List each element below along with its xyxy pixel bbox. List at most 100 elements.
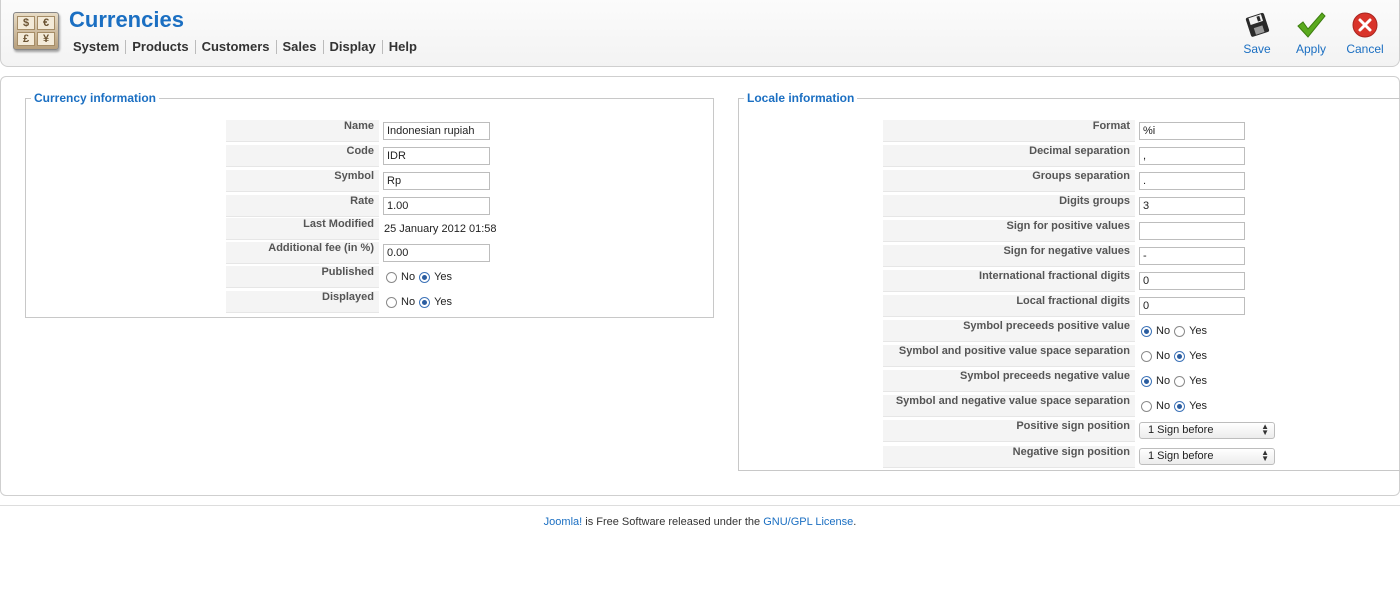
- local-fractional-value-cell: [1139, 295, 1245, 317]
- save-button[interactable]: Save: [1237, 10, 1277, 56]
- radio-no-label: No: [1156, 400, 1171, 412]
- save-label: Save: [1243, 42, 1271, 56]
- footer-end: .: [853, 516, 857, 528]
- symbol-negative-space-yes-radio[interactable]: [1174, 400, 1186, 412]
- radio-no-label: No: [1156, 375, 1171, 387]
- code-row: Code: [26, 145, 713, 167]
- name-input[interactable]: [383, 122, 490, 140]
- decimal-separation-label: Decimal separation: [883, 145, 1135, 167]
- symbol-preceeds-negative-radio-group: No Yes: [1137, 370, 1207, 392]
- groups-separation-input[interactable]: [1139, 172, 1245, 190]
- positive-sign-position-select[interactable]: 1 Sign before ▲ ▼: [1139, 422, 1275, 439]
- footer-text: is Free Software released under the: [582, 516, 764, 528]
- displayed-yes-radio[interactable]: [419, 296, 431, 308]
- cancel-label: Cancel: [1346, 42, 1384, 56]
- menu-help[interactable]: Help: [381, 40, 423, 54]
- symbol-preceeds-positive-no-radio[interactable]: [1141, 325, 1152, 337]
- additional-fee-value-cell: [383, 242, 490, 264]
- last-modified-value: 25 January 2012 01:58: [384, 223, 497, 235]
- sign-negative-label: Sign for negative values: [883, 245, 1135, 267]
- intl-fractional-input[interactable]: [1139, 272, 1245, 290]
- digits-groups-label: Digits groups: [883, 195, 1135, 217]
- select-arrows-icon: ▲ ▼: [1261, 422, 1269, 437]
- menu-products[interactable]: Products: [125, 40, 194, 54]
- footer: Joomla! is Free Software released under …: [0, 516, 1400, 528]
- symbol-preceeds-positive-row: Symbol preceeds positive value No Yes: [739, 320, 1400, 342]
- format-row: Format: [739, 120, 1400, 142]
- negative-sign-position-label: Negative sign position: [883, 446, 1135, 468]
- symbol-input[interactable]: [383, 172, 490, 190]
- local-fractional-input[interactable]: [1139, 297, 1245, 315]
- toolbar: Save Apply Cancel: [1237, 10, 1385, 56]
- sign-negative-input[interactable]: [1139, 247, 1245, 265]
- displayed-no-radio[interactable]: [386, 296, 397, 308]
- name-row: Name: [26, 120, 713, 142]
- symbol-preceeds-positive-radio-group: No Yes: [1137, 320, 1207, 342]
- symbol-positive-space-yes-radio[interactable]: [1174, 350, 1186, 362]
- additional-fee-row: Additional fee (in %): [26, 242, 713, 264]
- positive-sign-position-row: Positive sign position 1 Sign before ▲ ▼: [739, 420, 1400, 442]
- additional-fee-input[interactable]: [383, 244, 490, 262]
- local-fractional-row: Local fractional digits: [739, 295, 1400, 317]
- rate-label: Rate: [226, 195, 379, 217]
- negative-sign-position-value-cell: 1 Sign before ▲ ▼: [1139, 446, 1275, 468]
- menu-customers[interactable]: Customers: [194, 40, 276, 54]
- code-value-cell: [383, 145, 490, 167]
- gpl-license-link[interactable]: GNU/GPL License: [763, 516, 853, 528]
- positive-sign-position-selected: 1 Sign before: [1148, 424, 1214, 436]
- locale-information-legend: Locale information: [747, 91, 855, 105]
- symbol-positive-space-radio-group: No Yes: [1137, 345, 1207, 367]
- currencies-logo-icon: $ € £ ¥: [13, 12, 59, 50]
- negative-sign-position-select[interactable]: 1 Sign before ▲ ▼: [1139, 448, 1275, 465]
- groups-separation-label: Groups separation: [883, 170, 1135, 192]
- apply-button[interactable]: Apply: [1291, 10, 1331, 56]
- published-radio-group: No Yes: [382, 266, 452, 288]
- rate-input[interactable]: [383, 197, 490, 215]
- positive-sign-position-value-cell: 1 Sign before ▲ ▼: [1139, 420, 1275, 442]
- published-yes-radio[interactable]: [419, 271, 431, 283]
- symbol-preceeds-negative-yes-radio[interactable]: [1174, 375, 1186, 387]
- symbol-preceeds-negative-no-radio[interactable]: [1141, 375, 1152, 387]
- menu-display[interactable]: Display: [322, 40, 382, 54]
- decimal-separation-input[interactable]: [1139, 147, 1245, 165]
- published-yes-label: Yes: [434, 271, 453, 283]
- code-input[interactable]: [383, 147, 490, 165]
- page-title: Currencies: [69, 7, 184, 32]
- symbol-negative-space-no-radio[interactable]: [1141, 400, 1152, 412]
- decimal-separation-row: Decimal separation: [739, 145, 1400, 167]
- main-menu: System Products Customers Sales Display …: [73, 40, 423, 54]
- joomla-link[interactable]: Joomla!: [544, 516, 583, 528]
- symbol-preceeds-negative-label: Symbol preceeds negative value: [883, 370, 1135, 392]
- currency-information-fieldset: Currency information Name Code Symbol Ra…: [25, 91, 714, 318]
- symbol-preceeds-positive-yes-radio[interactable]: [1174, 325, 1186, 337]
- digits-groups-row: Digits groups: [739, 195, 1400, 217]
- apply-label: Apply: [1295, 42, 1327, 56]
- negative-sign-position-row: Negative sign position 1 Sign before ▲ ▼: [739, 446, 1400, 468]
- symbol-positive-space-no-radio[interactable]: [1141, 350, 1152, 362]
- format-value-cell: [1139, 120, 1245, 142]
- logo-dollar: $: [17, 16, 35, 30]
- symbol-preceeds-negative-row: Symbol preceeds negative value No Yes: [739, 370, 1400, 392]
- sign-positive-label: Sign for positive values: [883, 220, 1135, 242]
- positive-sign-position-label: Positive sign position: [883, 420, 1135, 442]
- format-label: Format: [883, 120, 1135, 142]
- symbol-negative-space-row: Symbol and negative value space separati…: [739, 395, 1400, 417]
- cancel-icon: [1352, 12, 1378, 38]
- currency-information-legend: Currency information: [34, 91, 157, 105]
- symbol-positive-space-row: Symbol and positive value space separati…: [739, 345, 1400, 367]
- cancel-button[interactable]: Cancel: [1345, 10, 1385, 56]
- published-no-radio[interactable]: [386, 271, 397, 283]
- menu-system[interactable]: System: [73, 40, 125, 54]
- code-label: Code: [226, 145, 379, 167]
- logo-pound: £: [17, 32, 35, 46]
- last-modified-row: Last Modified 25 January 2012 01:58: [26, 218, 713, 240]
- symbol-row: Symbol: [26, 170, 713, 192]
- digits-groups-input[interactable]: [1139, 197, 1245, 215]
- menu-sales[interactable]: Sales: [275, 40, 323, 54]
- sign-positive-input[interactable]: [1139, 222, 1245, 240]
- format-input[interactable]: [1139, 122, 1245, 140]
- radio-no-label: No: [1156, 325, 1171, 337]
- rate-value-cell: [383, 195, 490, 217]
- displayed-radio-group: No Yes: [382, 291, 452, 313]
- locale-information-fieldset: Locale information Format Decimal separa…: [738, 91, 1400, 471]
